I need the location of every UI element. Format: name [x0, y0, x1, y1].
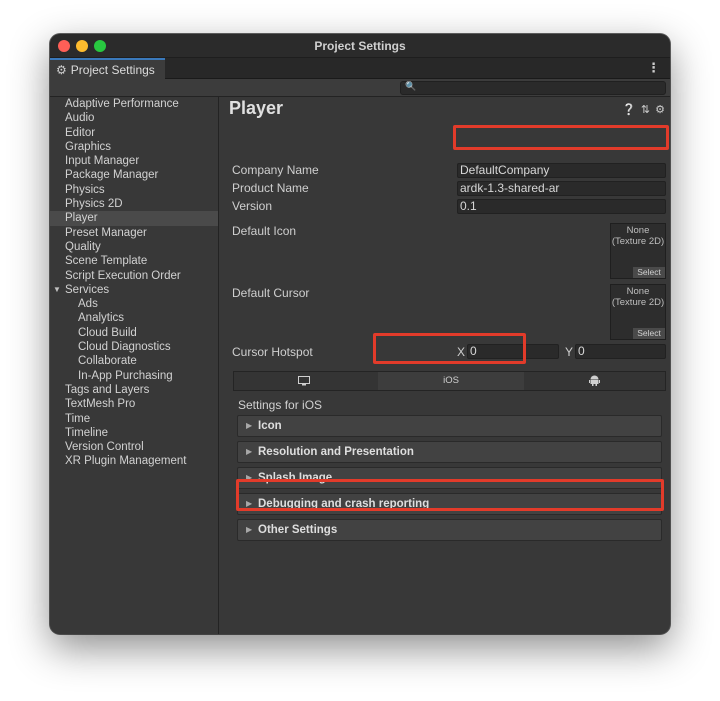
version-label: Version [232, 199, 273, 213]
sidebar-item-editor[interactable]: Editor [50, 126, 218, 140]
sidebar-item-time[interactable]: Time [50, 412, 218, 426]
section-icon[interactable]: ▶ Icon [237, 415, 662, 437]
help-icon[interactable]: ❔ [622, 103, 636, 116]
product-name-field[interactable]: ardk-1.3-shared-ar [457, 181, 666, 196]
more-vertical-icon[interactable]: ⋮ [647, 60, 660, 76]
search-icon: 🔍 [405, 81, 417, 91]
sidebar-item-in-app-purchasing[interactable]: In-App Purchasing [50, 369, 218, 383]
window-title: Project Settings [314, 39, 406, 53]
section-label: Debugging and crash reporting [258, 498, 430, 510]
product-name-label: Product Name [232, 181, 309, 195]
select-texture-button[interactable]: Select [633, 267, 665, 278]
version-field[interactable]: 0.1 [457, 199, 666, 214]
section-debugging-and-crash-reporting[interactable]: ▶ Debugging and crash reporting [237, 493, 662, 515]
sidebar-item-quality[interactable]: Quality [50, 240, 218, 254]
player-settings-panel: Player ❔ ⇅ ⚙ Company Name DefaultCompany… [220, 97, 670, 634]
sidebar-item-package-manager[interactable]: Package Manager [50, 168, 218, 182]
expand-triangle-icon: ▶ [246, 447, 253, 456]
sidebar-item-xr-plugin-management[interactable]: XR Plugin Management [50, 454, 218, 468]
settings-heading: Settings for iOS [238, 398, 323, 412]
settings-sidebar: Adaptive Performance Audio Editor Graphi… [50, 97, 219, 634]
expand-triangle-icon: ▶ [246, 473, 253, 482]
sidebar-item-collaborate[interactable]: Collaborate [50, 354, 218, 368]
sidebar-item-player[interactable]: Player [50, 211, 218, 226]
expand-triangle-icon: ▶ [246, 525, 253, 534]
default-icon-slot[interactable]: None (Texture 2D) Select [610, 223, 666, 279]
section-other-settings[interactable]: ▶ Other Settings [237, 519, 662, 541]
expand-triangle-icon: ▶ [246, 499, 253, 508]
section-label: Splash Image [258, 472, 333, 484]
texture-type-text: (Texture 2D) [611, 297, 665, 308]
cursor-hotspot-label: Cursor Hotspot [232, 345, 313, 359]
section-splash-image[interactable]: ▶ Splash Image [237, 467, 662, 489]
sidebar-item-services[interactable]: ▼ Services [50, 283, 218, 297]
android-icon [589, 375, 600, 386]
hotspot-y-label: Y [565, 345, 574, 359]
sidebar-item-adaptive-performance[interactable]: Adaptive Performance [50, 97, 218, 111]
section-label: Resolution and Presentation [258, 446, 414, 458]
tab-android[interactable] [524, 372, 665, 390]
sidebar-item-tags-and-layers[interactable]: Tags and Layers [50, 383, 218, 397]
tab-project-settings[interactable]: ⚙ Project Settings [50, 58, 165, 79]
hotspot-x-label: X [457, 345, 466, 359]
presets-icon[interactable]: ⇅ [641, 103, 650, 116]
default-icon-label: Default Icon [232, 224, 297, 238]
texture-none-text: None [626, 286, 650, 297]
search-row: 🔍 [50, 79, 670, 97]
sidebar-item-label: Services [65, 283, 110, 296]
sidebar-item-version-control[interactable]: Version Control [50, 440, 218, 454]
sidebar-item-physics-2d[interactable]: Physics 2D [50, 197, 218, 211]
title-bar: Project Settings [50, 34, 670, 58]
search-input[interactable]: 🔍 [400, 81, 666, 95]
tab-ios[interactable]: iOS [378, 372, 524, 390]
monitor-icon [298, 376, 310, 386]
sidebar-item-graphics[interactable]: Graphics [50, 140, 218, 154]
default-cursor-label: Default Cursor [232, 286, 310, 300]
hotspot-y-field[interactable]: 0 [575, 344, 666, 359]
section-label: Icon [258, 420, 282, 432]
sidebar-item-analytics[interactable]: Analytics [50, 311, 218, 325]
sidebar-item-audio[interactable]: Audio [50, 111, 218, 125]
company-name-label: Company Name [232, 163, 319, 177]
select-texture-button[interactable]: Select [633, 328, 665, 339]
sidebar-item-physics[interactable]: Physics [50, 183, 218, 197]
texture-none-text: None [626, 225, 650, 236]
section-label: Other Settings [258, 524, 338, 536]
sidebar-item-textmesh-pro[interactable]: TextMesh Pro [50, 397, 218, 411]
sidebar-item-input-manager[interactable]: Input Manager [50, 154, 218, 168]
gear-icon: ⚙ [56, 62, 67, 77]
sidebar-item-preset-manager[interactable]: Preset Manager [50, 226, 218, 240]
company-name-field[interactable]: DefaultCompany [457, 163, 666, 178]
sidebar-item-script-execution-order[interactable]: Script Execution Order [50, 269, 218, 283]
sidebar-item-cloud-diagnostics[interactable]: Cloud Diagnostics [50, 340, 218, 354]
tab-bar: ⚙ Project Settings ⋮ [50, 58, 670, 79]
hotspot-x-field[interactable]: 0 [467, 344, 559, 359]
sidebar-item-ads[interactable]: Ads [50, 297, 218, 311]
sidebar-item-timeline[interactable]: Timeline [50, 426, 218, 440]
settings-icon[interactable]: ⚙ [655, 103, 665, 116]
sidebar-item-scene-template[interactable]: Scene Template [50, 254, 218, 268]
sidebar-item-cloud-build[interactable]: Cloud Build [50, 326, 218, 340]
texture-type-text: (Texture 2D) [611, 236, 665, 247]
page-title: Player [229, 98, 284, 118]
section-resolution-and-presentation[interactable]: ▶ Resolution and Presentation [237, 441, 662, 463]
default-cursor-slot[interactable]: None (Texture 2D) Select [610, 284, 666, 340]
tab-label: Project Settings [70, 62, 155, 77]
expand-triangle-icon[interactable]: ▼ [53, 283, 61, 297]
tab-desktop[interactable] [234, 372, 374, 390]
expand-triangle-icon: ▶ [246, 421, 253, 430]
header-icons: ❔ ⇅ ⚙ [622, 103, 665, 116]
project-settings-window: Project Settings ⚙ Project Settings ⋮ 🔍 … [50, 34, 670, 634]
platform-tabs: iOS [233, 371, 666, 391]
